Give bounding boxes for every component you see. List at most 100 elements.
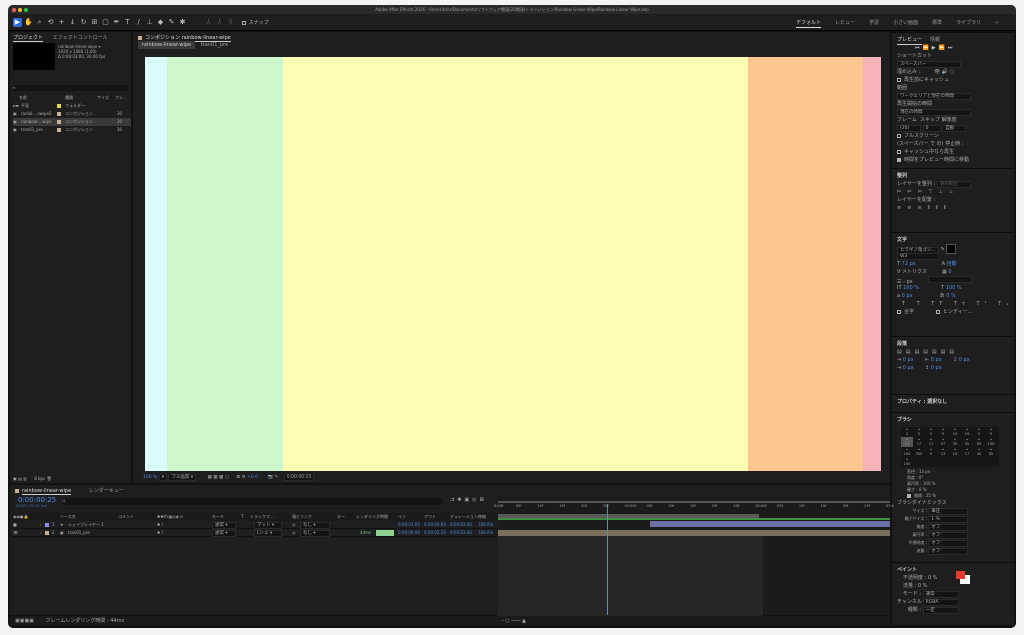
minimize-button[interactable] [18,7,22,12]
brush-tip[interactable]: • 19 [949,447,961,457]
zoom-level[interactable]: 100 % [143,475,157,480]
close-button[interactable] [12,7,16,12]
layer-1-duration-bar[interactable] [650,521,890,527]
align-to-dropdown[interactable]: 選択範囲 [936,181,971,188]
col-type[interactable]: 種類 [65,94,73,102]
layer-name[interactable]: tran01_pre [68,529,90,537]
snapshot-icon[interactable]: 📷 [267,475,273,480]
brush-tip[interactable]: • 17 [961,447,973,457]
brush-tip[interactable]: • 300 [913,447,925,457]
last-frame-icon[interactable]: ⏭ [948,45,956,51]
kerning-value[interactable]: メトリクス [902,268,942,276]
font-style-dropdown[interactable]: W3 [897,253,939,260]
selection-tool-icon[interactable]: ▶ [13,18,22,27]
move-time-checkbox[interactable] [897,157,901,162]
paint-duration-dropdown[interactable]: 一定 [922,607,959,614]
dynamics-dropdown[interactable]: オフ [928,524,969,531]
brush-tip[interactable]: • 65 [973,437,985,447]
axis-world-icon[interactable]: ⅄ [215,18,224,27]
duration[interactable]: 0:00:03:00 [450,521,472,529]
col-in[interactable]: イン [398,513,406,521]
exposure-value[interactable]: +0.0 [247,475,258,480]
stroke-type-dropdown[interactable] [928,276,973,283]
brush-tip[interactable]: • 45 [961,437,973,447]
start-dropdown[interactable]: 現在の時間 [897,109,971,116]
distribute-buttons[interactable]: ≡≡≡⫴⫴⫴ [897,204,1009,212]
timeline-switches[interactable]: ⇉✱▣◎⊠ [450,497,487,503]
comp-timecode[interactable]: 0:00:00:25 [283,474,315,481]
spacing-checkbox[interactable] [907,494,911,498]
project-item[interactable]: ▣ radial-...swipe2 コンポジション 30 [13,110,131,118]
layer-row[interactable]: ■ › 1 ★ シェイプレイヤー 1 ✱ / 通常 ▾ マット ▾ ◎ なし ▾… [12,521,498,529]
play-cached-checkbox[interactable] [897,149,901,154]
project-item[interactable]: ▣ rainbow-...wipe コンポジション 30 [13,118,131,126]
col-frame[interactable]: フレ... [115,94,127,102]
rotate-tool-icon[interactable]: ↻ [79,18,88,27]
dynamics-dropdown[interactable]: 1 % [928,516,969,523]
timeline-graph[interactable]: 0:00f 05f 10f 15f 20f 25f 01:00f 05f 10f 15f 20f 25… [494,495,894,616]
pickwhip-icon[interactable]: ◎ [292,529,296,537]
stretch[interactable]: 100.0% [478,521,493,529]
comp-tab-rainbow[interactable]: rainbow-linear-wipe [138,41,196,49]
video-toggle-icon[interactable]: 👁 [934,69,940,75]
zoom-dropdown[interactable]: ▾ [158,474,167,481]
col-keys[interactable]: キー [337,513,345,521]
track-matte-dropdown[interactable]: マット ▾ [254,521,282,529]
dolly-tool-icon[interactable]: ↓ [68,18,77,27]
pen-tool-icon[interactable]: ✒ [112,18,121,27]
snap-checkbox[interactable] [241,20,246,25]
col-comment[interactable]: コメント [118,513,134,521]
project-item[interactable]: ▣ tran01_pre コンポジション 30 [13,126,131,134]
playhead[interactable] [606,504,608,615]
pan-tool-icon[interactable]: + [57,18,66,27]
dynamics-dropdown[interactable]: 筆圧 [928,508,969,515]
brush-tip[interactable]: • 21 [925,437,937,447]
text-style-buttons[interactable]: T T TT Tт T¹ T₁ [897,300,1009,308]
tracking-value[interactable]: 0 [948,269,951,275]
comp-tab-tran01[interactable]: tran01_pre [197,41,232,49]
stretch[interactable]: 100.0% [478,529,493,537]
composition-viewer[interactable] [145,57,881,471]
layer-switches[interactable]: ✱ / [157,521,163,529]
leading-value[interactable]: 自動 [947,261,957,267]
resolution-dropdown[interactable]: フル画質 ▾ [168,474,197,481]
first-line-indent-value[interactable]: 0 px [903,365,914,371]
horizontal-scale-value[interactable]: 100 % [946,285,962,291]
zoom-button[interactable] [24,7,28,12]
next-frame-icon[interactable]: ⏩ [939,45,948,51]
parent-dropdown[interactable]: なし ▾ [300,521,330,529]
play-icon[interactable]: ▶ [932,45,939,51]
orbit-tool-icon[interactable]: ⟲ [46,18,55,27]
rectangle-tool-icon[interactable]: ▢ [101,18,110,27]
more-workspaces-icon[interactable]: » [995,19,998,27]
region-of-interest-icon[interactable]: ▢ [225,475,229,480]
anchor-tool-icon[interactable]: ⊞ [90,18,99,27]
transparency-grid-icon[interactable]: ▩ [219,475,223,480]
indent-left-value[interactable]: 0 px [903,357,914,363]
brush-tip[interactable]: • 200 [901,447,913,457]
first-frame-icon[interactable]: ⏮ [915,45,923,51]
current-time[interactable]: 0:00:00:25 [18,496,56,504]
brush-tip[interactable]: • 5 [973,427,985,437]
show-snapshot-icon[interactable]: ✎ [275,475,279,480]
eyedropper-icon[interactable]: ✎ [941,247,945,253]
axis-view-icon[interactable]: ⊽ [226,18,235,27]
mask-visibility-icon[interactable]: ▦ [213,475,217,480]
tab-project[interactable]: プロジェクト [13,34,44,42]
expand-icon[interactable]: › [40,529,42,537]
project-search-input[interactable]: ⌕ [13,85,128,91]
visibility-toggle[interactable]: 👁 [13,529,18,537]
project-item[interactable]: ▸▬ 平面 フォルダー [13,102,131,110]
new-folder-icon[interactable]: ▤ [18,476,22,481]
paint-channel-dropdown[interactable]: RGBA [922,599,959,606]
color-settings-icon[interactable]: ⚙ [242,475,246,480]
brush-tip[interactable]: • 9 [937,427,949,437]
brush-tip[interactable]: • 1 [901,427,913,437]
fill-color-swatch[interactable] [946,244,957,254]
workspace-small-screen[interactable]: 小さい画面 [893,18,918,27]
fullscreen-checkbox[interactable] [897,133,901,138]
ligature-checkbox[interactable] [897,309,901,314]
layer-name[interactable]: シェイプレイヤー 1 [68,521,104,529]
col-out[interactable]: アウト [424,513,436,521]
out-point[interactable]: 0:00:04:04 [424,521,446,529]
